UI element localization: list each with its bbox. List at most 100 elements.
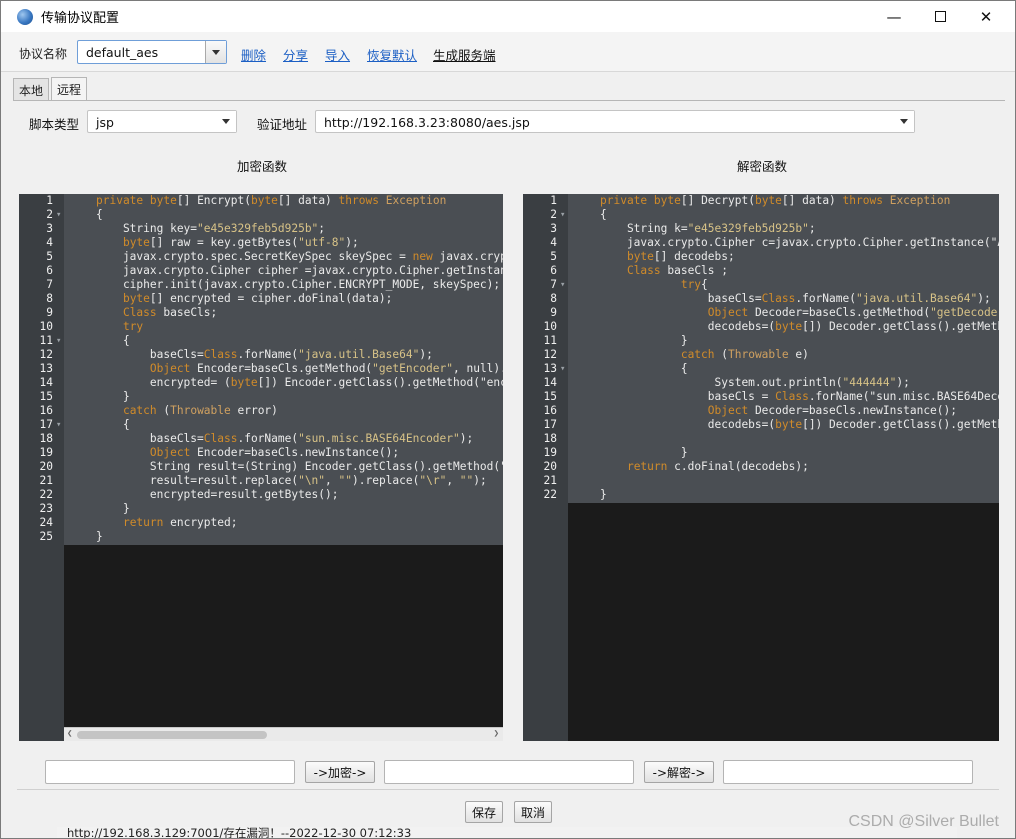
code-line: 15 } xyxy=(19,390,503,404)
code-line: 2 ▾ { xyxy=(19,208,503,222)
scrollbar-thumb[interactable] xyxy=(77,731,267,739)
minimize-icon: — xyxy=(886,7,902,26)
window-title: 传输协议配置 xyxy=(41,11,120,26)
code-line: 23 } xyxy=(19,502,503,516)
code-line: 17 ▾ { xyxy=(19,418,503,432)
chevron-down-icon xyxy=(899,119,908,124)
code-text: baseCls=Class.forName("sun.misc.BASE64En… xyxy=(96,432,474,445)
code-text: Object Decoder=baseCls.getMethod("getDec… xyxy=(707,306,999,319)
script-type-select[interactable]: jsp xyxy=(87,110,237,133)
line-number: 20 xyxy=(543,460,557,473)
fold-toggle-icon[interactable]: ▾ xyxy=(56,208,61,222)
code-text: decodebs=(byte[]) Decoder.getClass().get… xyxy=(600,418,999,431)
line-number: 17 xyxy=(543,418,557,431)
code-line: 13 Object Encoder=baseCls.getMethod("get… xyxy=(19,362,503,376)
footer-divider xyxy=(17,789,999,790)
code-line: 20 String result=(String) Encoder.getCla… xyxy=(19,460,503,474)
generate-server-link[interactable]: 生成服务端 xyxy=(433,45,496,64)
fold-toggle-icon[interactable]: ▾ xyxy=(560,362,565,376)
line-number: 14 xyxy=(543,376,557,389)
line-number: 3 xyxy=(550,222,557,235)
encrypt-button[interactable]: ->加密-> xyxy=(305,761,375,783)
protocol-name-combo[interactable]: default_aes xyxy=(77,40,227,64)
line-number: 22 xyxy=(543,488,557,501)
code-text: byte[] encrypted = cipher.doFinal(data); xyxy=(122,292,393,305)
decrypted-output-field[interactable] xyxy=(723,760,973,784)
line-number: 16 xyxy=(543,404,557,417)
fold-toggle-icon[interactable]: ▾ xyxy=(560,278,565,292)
line-number: 5 xyxy=(550,250,557,263)
horizontal-scrollbar[interactable]: ❮ ❯ xyxy=(64,727,503,741)
tab-local[interactable]: 本地 xyxy=(13,78,50,100)
code-text: try xyxy=(122,320,144,333)
protocol-config-window: 传输协议配置 — ✕ 协议名称 default_aes 删除 分享 导入 恢复默… xyxy=(0,0,1016,839)
maximize-button[interactable] xyxy=(917,1,963,32)
share-link[interactable]: 分享 xyxy=(283,45,308,64)
encrypt-code-editor[interactable]: 1 private byte[] Encrypt(byte[] data) thr… xyxy=(19,194,503,741)
code-line: 11 } xyxy=(523,334,999,348)
fold-toggle-icon[interactable]: ▾ xyxy=(56,418,61,432)
cancel-button[interactable]: 取消 xyxy=(514,801,552,823)
code-text: { xyxy=(600,362,688,375)
watermark-text: CSDN @Silver Bullet xyxy=(848,813,1000,830)
plaintext-input[interactable] xyxy=(45,760,295,784)
save-button[interactable]: 保存 xyxy=(465,801,503,823)
decrypt-code-editor[interactable]: 1 private byte[] Decrypt(byte[] data) thr… xyxy=(523,194,999,741)
script-type-label: 脚本类型 xyxy=(29,117,80,132)
line-number: 23 xyxy=(39,502,53,515)
line-number: 4 xyxy=(550,236,557,249)
minimize-button[interactable]: — xyxy=(871,1,917,32)
scroll-right-icon[interactable]: ❯ xyxy=(494,729,499,739)
line-number: 10 xyxy=(543,320,557,333)
background-status-line: http://192.168.3.129:7001/存在漏洞！--2022-12… xyxy=(57,827,957,838)
decrypt-button[interactable]: ->解密-> xyxy=(644,761,714,783)
maximize-icon xyxy=(934,11,946,22)
code-line: 16 catch (Throwable error) xyxy=(19,404,503,418)
code-text: } xyxy=(600,334,688,347)
code-text: catch (Throwable error) xyxy=(122,404,278,417)
close-icon: ✕ xyxy=(979,7,993,26)
code-text: Object Encoder=baseCls.newInstance(); xyxy=(149,446,400,459)
line-number: 13 xyxy=(543,362,557,375)
code-text: byte[] decodebs; xyxy=(626,250,735,263)
code-text: } xyxy=(600,488,607,501)
code-text: byte[] raw = key.getBytes("utf-8"); xyxy=(122,236,359,249)
line-number: 11 xyxy=(39,334,53,347)
code-text: Class baseCls ; xyxy=(626,264,728,277)
code-line: 10 decodebs=(byte[]) Decoder.getClass().… xyxy=(523,320,999,334)
tab-remote[interactable]: 远程 xyxy=(51,77,88,100)
code-text: catch (Throwable e) xyxy=(680,348,809,361)
code-text: { xyxy=(96,208,103,221)
verify-url-dropdown[interactable] xyxy=(893,111,914,132)
chevron-down-icon xyxy=(221,119,230,124)
title-bar: 传输协议配置 — ✕ xyxy=(1,1,1015,32)
scroll-left-icon[interactable]: ❮ xyxy=(67,729,72,739)
import-link[interactable]: 导入 xyxy=(325,45,350,64)
fold-toggle-icon[interactable]: ▾ xyxy=(560,208,565,222)
line-number: 4 xyxy=(46,236,53,249)
line-number: 2 xyxy=(46,208,53,221)
code-line: 9 Object Decoder=baseCls.getMethod("getD… xyxy=(523,306,999,320)
restore-default-link[interactable]: 恢复默认 xyxy=(367,45,417,64)
code-text: try{ xyxy=(680,278,708,291)
line-number: 9 xyxy=(46,306,53,319)
fold-toggle-icon[interactable]: ▾ xyxy=(56,334,61,348)
code-text: private byte[] Decrypt(byte[] data) thro… xyxy=(600,194,951,207)
close-button[interactable]: ✕ xyxy=(963,1,1009,32)
line-number: 9 xyxy=(550,306,557,319)
ciphertext-input[interactable] xyxy=(384,760,634,784)
code-line: 5 javax.crypto.spec.SecretKeySpec skeySp… xyxy=(19,250,503,264)
delete-link[interactable]: 删除 xyxy=(241,45,266,64)
script-type-dropdown[interactable] xyxy=(215,111,236,132)
verify-url-select[interactable]: http://192.168.3.23:8080/aes.jsp xyxy=(315,110,915,133)
protocol-dropdown-button[interactable] xyxy=(205,41,226,63)
code-text: javax.crypto.Cipher c=javax.crypto.Ciphe… xyxy=(600,236,999,249)
line-number: 17 xyxy=(39,418,53,431)
code-line: 18 baseCls=Class.forName("sun.misc.BASE6… xyxy=(19,432,503,446)
line-number: 12 xyxy=(543,348,557,361)
line-number: 21 xyxy=(39,474,53,487)
script-type-value: jsp xyxy=(96,115,114,130)
code-text: return c.doFinal(decodebs); xyxy=(626,460,809,473)
line-number: 21 xyxy=(543,474,557,487)
code-line: 24 return encrypted; xyxy=(19,516,503,530)
